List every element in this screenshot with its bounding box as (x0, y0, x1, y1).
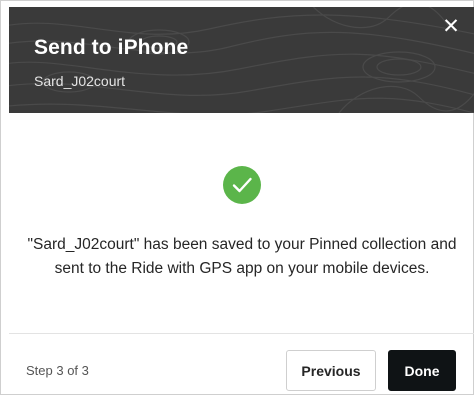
confirmation-message: "Sard_J02court" has been saved to your P… (27, 236, 457, 277)
dialog-body: "Sard_J02court" has been saved to your P… (9, 113, 474, 333)
dialog-title: Send to iPhone (34, 36, 189, 59)
dialog-subtitle: Sard_J02court (34, 73, 126, 89)
topographic-pattern (9, 7, 474, 113)
send-to-iphone-dialog: Send to iPhone Sard_J02court ✕ "Sard_J02… (0, 0, 474, 395)
done-button[interactable]: Done (388, 350, 456, 391)
checkmark-circle-icon (223, 166, 261, 204)
dialog-header: Send to iPhone Sard_J02court ✕ (9, 7, 474, 113)
dialog-footer: Step 3 of 3 Previous Done (9, 333, 474, 396)
previous-button[interactable]: Previous (286, 350, 376, 391)
step-indicator: Step 3 of 3 (26, 363, 89, 378)
close-icon[interactable]: ✕ (439, 15, 463, 39)
